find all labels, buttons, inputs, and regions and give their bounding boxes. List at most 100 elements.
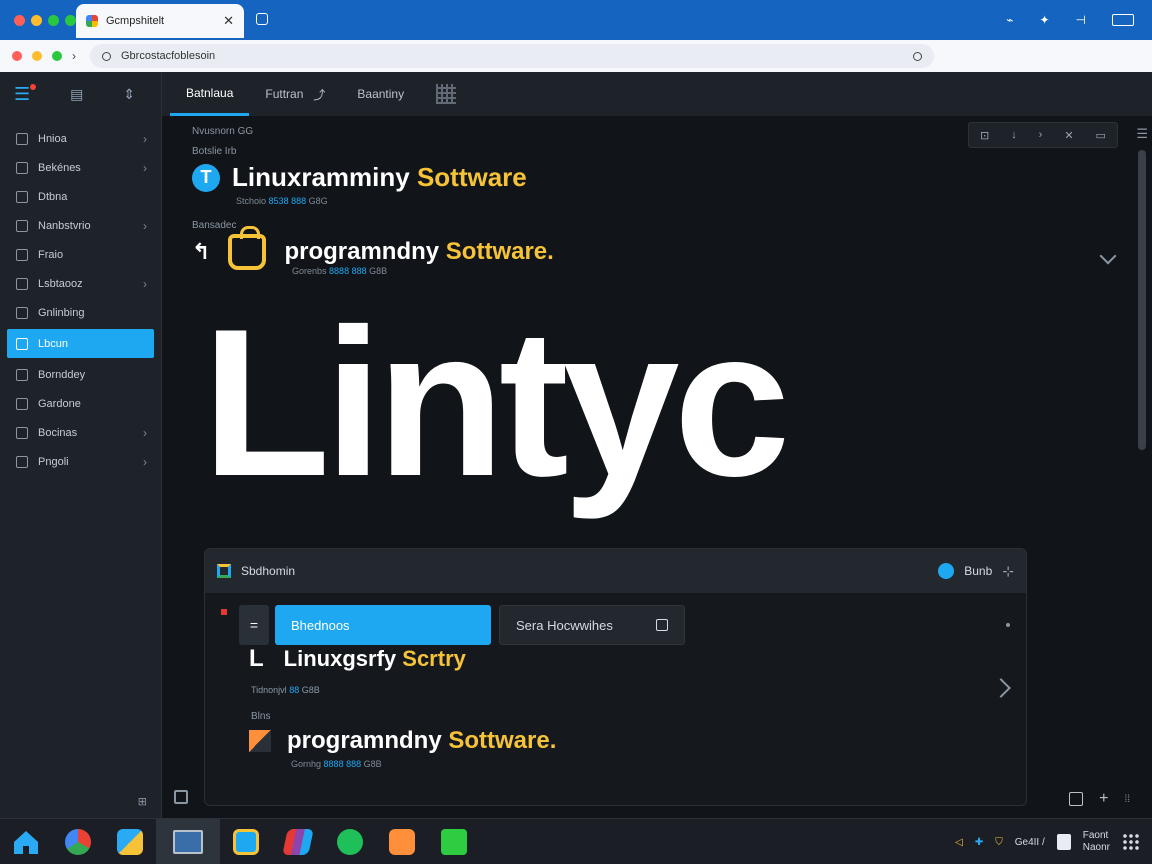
- taskbar-home[interactable]: [0, 819, 52, 864]
- sort-icon[interactable]: ⇕: [123, 86, 135, 103]
- sidebar-item-4[interactable]: Fraio: [0, 240, 161, 269]
- panel-row2-heading: programndny Sottware.: [287, 727, 557, 754]
- user-avatar[interactable]: [938, 563, 955, 579]
- tab-title: Gcmpshitelt: [106, 15, 165, 27]
- gift-icon: [389, 828, 415, 855]
- sidebar-item-5[interactable]: Lsbtaooz ›: [0, 269, 161, 298]
- tab-close-icon[interactable]: ✕: [223, 13, 234, 29]
- back-button[interactable]: [12, 51, 22, 61]
- panel-row-2[interactable]: programndny Sottware.: [249, 727, 556, 755]
- taskbar-cards[interactable]: [272, 819, 324, 864]
- tab-label: Baantiny: [357, 87, 405, 101]
- taskbar-browser[interactable]: [52, 819, 104, 864]
- drag-handle-icon[interactable]: ⁞⁞: [1124, 794, 1130, 808]
- add-icon[interactable]: +: [1099, 790, 1108, 808]
- download-icon[interactable]: ↓: [1011, 129, 1017, 141]
- search-icon[interactable]: [913, 51, 922, 61]
- secondary-button[interactable]: Sera Hocwwihes: [499, 605, 685, 645]
- tab-favicon-icon: [86, 15, 98, 27]
- network-icon[interactable]: ✚: [975, 837, 983, 848]
- tab-1[interactable]: Futtran ⤴: [249, 72, 341, 116]
- star-icon[interactable]: ✦: [1039, 13, 1049, 27]
- sidebar-item-10[interactable]: Bocinas ›: [0, 418, 161, 447]
- apps-grid-icon[interactable]: [1122, 833, 1140, 851]
- minimize-panel-icon[interactable]: [1069, 792, 1084, 806]
- terminal-icon: [441, 828, 467, 855]
- extensions-icon[interactable]: ⌁: [1006, 13, 1013, 27]
- new-tab-icon[interactable]: [256, 13, 268, 25]
- panel-user-label[interactable]: Bunb: [964, 564, 992, 578]
- featured-row-2[interactable]: ↰ programndny Sottware.: [192, 226, 554, 270]
- panel-section-label: Blns: [251, 711, 271, 722]
- calendar-icon[interactable]: ▤: [70, 86, 83, 103]
- panel-header: Sbdhomin Bunb ⊹: [205, 549, 1026, 593]
- reload-button[interactable]: [52, 51, 62, 61]
- next-icon[interactable]: ›: [1039, 129, 1043, 141]
- chevron-right-icon[interactable]: ›: [72, 49, 76, 63]
- sidebar-item-label: Fraio: [38, 248, 64, 261]
- window-layout-icon[interactable]: [1112, 14, 1134, 26]
- minimize-window-button[interactable]: [31, 14, 42, 26]
- warning-icon[interactable]: ◁: [955, 837, 963, 848]
- sidebar-item-11[interactable]: Pngoli ›: [0, 447, 161, 476]
- fullscreen-window-button[interactable]: [65, 14, 76, 26]
- chevron-down-icon[interactable]: [1099, 247, 1117, 265]
- panel-menu-button[interactable]: =: [239, 605, 269, 645]
- window-controls: [0, 14, 76, 26]
- sidebar-item-icon: [16, 248, 28, 261]
- panel-body: = Bhednoos Sera Hocwwihes L Linuxgsrfy S…: [205, 593, 1026, 805]
- tray-status-text[interactable]: Ge4II /: [1015, 837, 1045, 848]
- pin-icon[interactable]: ⊹: [1002, 563, 1014, 580]
- tab-label: Futtran: [265, 87, 304, 101]
- chevron-right-icon: ›: [143, 160, 147, 175]
- taskbar-files[interactable]: [104, 819, 156, 864]
- sidebar-item-1[interactable]: Bekénes ›: [0, 153, 161, 182]
- sidebar-item-9[interactable]: Gardone: [0, 389, 161, 418]
- featured-row-1[interactable]: T Linuxramminy Sottware: [192, 162, 527, 193]
- taskbar-terminal[interactable]: [428, 819, 480, 864]
- sidebar-item-8[interactable]: Bornddey: [0, 360, 161, 389]
- taskbar-apps: [0, 818, 480, 864]
- vertical-scrollbar[interactable]: [1138, 150, 1146, 450]
- sidebar-item-7[interactable]: Lbcun: [7, 329, 154, 358]
- browser-tab[interactable]: Gcmpshitelt ✕: [76, 4, 244, 38]
- sidebar-menu: Hnioa › Bekénes › Dtbna Nanbstvrio › Fraio Lsbta…: [0, 116, 161, 476]
- flag-icon: [221, 609, 227, 615]
- url-input[interactable]: Gbrcostacfoblesoin: [90, 44, 934, 68]
- taskbar-gift[interactable]: [376, 819, 428, 864]
- sidebar-item-0[interactable]: Hnioa ›: [0, 124, 161, 153]
- sidebar-collapse-icon[interactable]: ⊞: [138, 795, 147, 808]
- window-icon[interactable]: ▭: [1096, 129, 1106, 142]
- taskbar-music[interactable]: [324, 819, 376, 864]
- app-logo-icon[interactable]: ☰: [14, 83, 37, 105]
- tab-grid[interactable]: [420, 72, 472, 116]
- layout-icon[interactable]: [174, 790, 188, 804]
- chevron-right-icon[interactable]: [991, 678, 1011, 698]
- select-icon[interactable]: ⊡: [980, 129, 989, 142]
- close-icon[interactable]: ✕: [1064, 129, 1073, 142]
- panel-row-1[interactable]: L Linuxgsrfy Scrtry: [249, 645, 466, 673]
- shield-icon[interactable]: ⛉: [995, 837, 1003, 848]
- sidebar-item-3[interactable]: Nanbstvrio ›: [0, 211, 161, 240]
- bottom-controls: + ⁞⁞: [1069, 790, 1130, 808]
- sidebar-toggle-icon[interactable]: ⊣: [1076, 13, 1086, 27]
- sidebar-item-icon: [16, 190, 28, 203]
- primary-button[interactable]: Bhednoos: [275, 605, 491, 645]
- sidebar-item-6[interactable]: Gnlinbing: [0, 298, 161, 327]
- sidebar-item-2[interactable]: Dtbna: [0, 182, 161, 211]
- forward-button[interactable]: [32, 51, 42, 61]
- close-window-button[interactable]: [14, 14, 25, 26]
- notification-icon[interactable]: [1056, 834, 1071, 850]
- tab-0[interactable]: Batnlaua: [170, 72, 250, 116]
- clock[interactable]: Faont Naonr: [1083, 830, 1110, 854]
- panel-row1-meta: Tidnonjvl 88 G8B: [251, 685, 320, 695]
- code-bracket-icon: ↰: [192, 239, 211, 264]
- sidebar-item-label: Pngoli: [38, 455, 69, 468]
- maximize-window-button[interactable]: [48, 14, 59, 26]
- sidebar-item-label: Dtbna: [38, 190, 68, 203]
- taskbar-window[interactable]: [156, 818, 220, 864]
- site-info-icon[interactable]: [102, 51, 111, 61]
- hamburger-icon[interactable]: ☰: [1136, 126, 1148, 142]
- taskbar-store[interactable]: [220, 819, 272, 864]
- tab-2[interactable]: Baantiny: [341, 72, 420, 116]
